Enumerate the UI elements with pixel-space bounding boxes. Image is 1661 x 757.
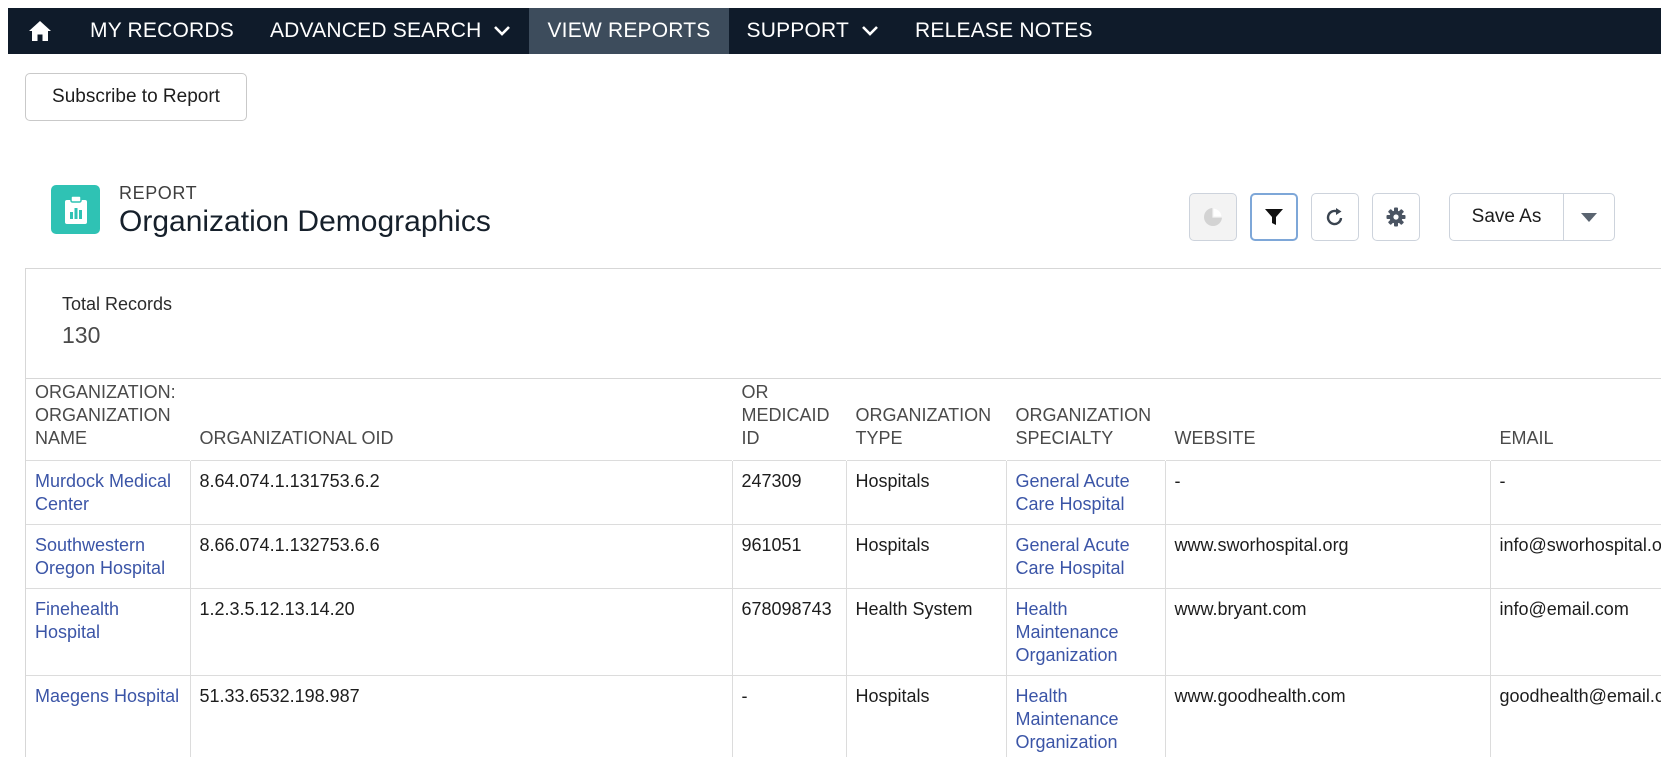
- table-cell: Health Maintenance Organization: [1005, 674, 1165, 757]
- home-icon: [29, 21, 51, 41]
- table-cell: info@sworhospital.org: [1489, 523, 1661, 588]
- specialty-link[interactable]: Health Maintenance Organization: [1016, 599, 1119, 665]
- chevron-down-icon: [1581, 212, 1597, 222]
- subscribe-button[interactable]: Subscribe to Report: [25, 73, 247, 121]
- table-cell: 961051: [731, 523, 846, 588]
- table-cell: www.bryant.com: [1164, 587, 1490, 675]
- refresh-button[interactable]: [1311, 193, 1359, 241]
- chevron-down-icon: [493, 25, 511, 37]
- organization-link[interactable]: Southwestern Oregon Hospital: [35, 535, 165, 578]
- report-table-container: ORGANIZATION: ORGANIZATION NAME ORGANIZA…: [25, 378, 1661, 757]
- nav-item-label: MY RECORDS: [90, 19, 234, 42]
- table-cell: info@email.com: [1489, 587, 1661, 675]
- nav-item-label: VIEW REPORTS: [547, 19, 711, 42]
- column-header[interactable]: ORGANIZATION: ORGANIZATION NAME: [26, 379, 190, 460]
- nav-support[interactable]: SUPPORT: [729, 8, 898, 54]
- table-cell: 678098743: [731, 587, 846, 675]
- table-cell: -: [1489, 459, 1661, 524]
- chart-icon: [1204, 207, 1223, 226]
- column-header[interactable]: ORGANIZATIONAL OID: [190, 379, 732, 460]
- nav-release-notes[interactable]: RELEASE NOTES: [897, 8, 1111, 54]
- specialty-link[interactable]: General Acute Care Hospital: [1016, 471, 1130, 514]
- table-cell: 8.64.074.1.131753.6.2: [189, 459, 732, 524]
- column-header[interactable]: WEBSITE: [1165, 379, 1490, 460]
- nav-item-label: ADVANCED SEARCH: [269, 19, 482, 42]
- filter-icon: [1265, 209, 1283, 225]
- save-as-dropdown-button[interactable]: [1564, 194, 1614, 240]
- save-as-group: Save As: [1449, 193, 1615, 241]
- table-cell: Hospitals: [845, 523, 1006, 588]
- table-cell: 247309: [731, 459, 846, 524]
- table-row: Finehealth Hospital 1.2.3.5.12.13.14.20 …: [26, 587, 1661, 675]
- table-row: Maegens Hospital 51.33.6532.198.987 - Ho…: [26, 674, 1661, 757]
- table-cell: 1.2.3.5.12.13.14.20: [189, 587, 732, 675]
- table-cell: -: [1164, 459, 1490, 524]
- nav-item-label: SUPPORT: [746, 19, 850, 42]
- table-cell: General Acute Care Hospital: [1005, 523, 1165, 588]
- table-row: Southwestern Oregon Hospital 8.66.074.1.…: [26, 523, 1661, 588]
- specialty-link[interactable]: Health Maintenance Organization: [1016, 686, 1119, 752]
- table-cell: Health System: [845, 587, 1006, 675]
- chevron-down-icon: [861, 25, 879, 37]
- column-header[interactable]: ORGANIZATION SPECIALTY: [1006, 379, 1165, 460]
- nav-view-reports[interactable]: VIEW REPORTS: [529, 8, 729, 54]
- report-icon: [51, 185, 100, 234]
- nav-item-label: RELEASE NOTES: [915, 19, 1093, 42]
- table-cell: Maegens Hospital: [26, 674, 190, 757]
- total-records-value: 130: [62, 322, 101, 348]
- organization-link[interactable]: Maegens Hospital: [35, 686, 179, 706]
- settings-button[interactable]: [1372, 193, 1420, 241]
- organization-link[interactable]: Murdock Medical Center: [35, 471, 171, 514]
- table-cell: Hospitals: [845, 459, 1006, 524]
- column-header[interactable]: EMAIL: [1490, 379, 1661, 460]
- column-header[interactable]: ORGANIZATION TYPE: [846, 379, 1006, 460]
- filter-button[interactable]: [1250, 193, 1298, 241]
- table-cell: goodhealth@email.com: [1489, 674, 1661, 757]
- home-button[interactable]: [8, 8, 72, 54]
- table-cell: www.goodhealth.com: [1164, 674, 1490, 757]
- table-cell: Murdock Medical Center: [26, 459, 190, 524]
- nav-my-records[interactable]: MY RECORDS: [72, 8, 252, 54]
- column-header[interactable]: OR MEDICAID ID: [732, 379, 846, 460]
- chart-button[interactable]: [1189, 193, 1237, 241]
- nav-advanced-search[interactable]: ADVANCED SEARCH: [252, 8, 529, 54]
- table-cell: Southwestern Oregon Hospital: [26, 523, 190, 588]
- table-cell: 8.66.074.1.132753.6.6: [189, 523, 732, 588]
- refresh-icon: [1326, 208, 1343, 226]
- table-cell: Health Maintenance Organization: [1005, 587, 1165, 675]
- table-cell: Hospitals: [845, 674, 1006, 757]
- table-cell: Finehealth Hospital: [26, 587, 190, 675]
- table-row: Murdock Medical Center 8.64.074.1.131753…: [26, 459, 1661, 524]
- report-kicker: REPORT: [119, 183, 198, 203]
- table-header-row: ORGANIZATION: ORGANIZATION NAME ORGANIZA…: [26, 379, 1661, 460]
- report-table: ORGANIZATION: ORGANIZATION NAME ORGANIZA…: [26, 379, 1661, 757]
- table-cell: -: [731, 674, 846, 757]
- total-records-label: Total Records: [62, 294, 173, 314]
- top-nav: MY RECORDS ADVANCED SEARCH VIEW REPORTS …: [8, 8, 1661, 54]
- table-cell: 51.33.6532.198.987: [189, 674, 732, 757]
- specialty-link[interactable]: General Acute Care Hospital: [1016, 535, 1130, 578]
- table-cell: www.sworhospital.org: [1164, 523, 1490, 588]
- organization-link[interactable]: Finehealth Hospital: [35, 599, 119, 642]
- save-as-button[interactable]: Save As: [1450, 194, 1564, 240]
- table-cell: General Acute Care Hospital: [1005, 459, 1165, 524]
- gear-icon: [1386, 207, 1406, 227]
- page-title: Organization Demographics: [119, 205, 491, 238]
